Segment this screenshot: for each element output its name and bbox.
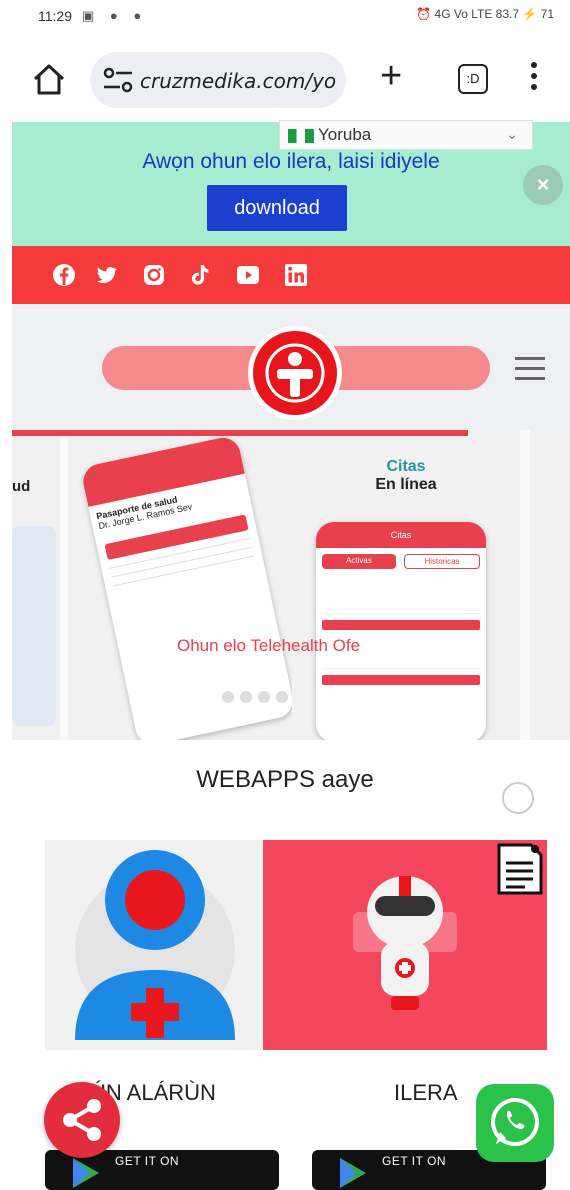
tab-switcher-button[interactable]: :D (458, 64, 488, 94)
twitter-icon[interactable] (94, 263, 118, 287)
card-diseases[interactable] (45, 840, 265, 1050)
language-value: Yoruba (318, 125, 372, 144)
social-bar (12, 246, 570, 304)
phone-citas-header: Citas (316, 522, 486, 548)
webapps-title: WEBAPPS aaye (196, 766, 374, 793)
carousel-dots[interactable] (222, 690, 294, 708)
get-it-on-text: GET IT ON (382, 1154, 447, 1168)
whatsapp-button[interactable] (476, 1084, 554, 1162)
home-icon[interactable] (30, 60, 68, 98)
patient-avatar-icon (75, 850, 235, 1040)
carousel-caption: Ohun elo Telehealth Ofe (177, 636, 361, 655)
hamburger-menu-icon[interactable] (515, 357, 545, 380)
address-bar[interactable]: cruzmedika.com/yo (90, 52, 346, 108)
browser-menu-icon[interactable] (530, 62, 538, 96)
share-button[interactable] (44, 1082, 120, 1158)
get-it-on-text: GET IT ON (115, 1154, 180, 1168)
share-icon (63, 1099, 101, 1141)
nigeria-flag-icon (288, 129, 314, 143)
download-button[interactable]: download (207, 185, 347, 231)
status-bar: 11:29 ▣ ● ● ⏰ 4G Vo LTE 83.7 ⚡ 71 (0, 0, 570, 36)
new-tab-button[interactable]: + (380, 56, 402, 96)
carousel-slide-next[interactable] (530, 430, 570, 740)
app-carousel[interactable]: ud Pasaporte de salud Dr. Jorge L. Ramos… (12, 430, 570, 740)
map-phone-image (12, 526, 56, 726)
close-banner-button[interactable]: × (523, 165, 563, 205)
instagram-icon[interactable] (142, 263, 166, 287)
whatsapp-icon (491, 1098, 539, 1146)
phone-mockup-citas: Citas Activas Historicas (316, 522, 486, 740)
site-header (12, 304, 570, 430)
facebook-icon[interactable] (52, 263, 76, 287)
browser-toolbar: cruzmedika.com/yo + :D (0, 36, 570, 122)
url-text[interactable]: cruzmedika.com/yo (140, 69, 336, 93)
site-settings-icon[interactable] (102, 66, 134, 94)
carousel-progress-bar (12, 430, 468, 436)
google-play-icon (340, 1158, 366, 1188)
phone-tab-activas: Activas (322, 554, 396, 569)
phone-tab-historicas: Historicas (404, 554, 480, 569)
status-time: 11:29 (38, 8, 72, 24)
carousel-slide-prev[interactable]: ud (12, 430, 60, 740)
slide-prev-label: ud (12, 478, 31, 495)
status-notification-icons: ▣ ● ● (82, 8, 148, 23)
card-health-label[interactable]: ILERA (394, 1080, 458, 1106)
promo-text: Awọn ohun elo ilera, laisi idiyele (142, 150, 440, 173)
loading-circle (502, 782, 534, 814)
status-system-icons: ⏰ 4G Vo LTE 83.7 ⚡ 71 (416, 7, 554, 21)
linkedin-icon[interactable] (284, 263, 308, 287)
youtube-icon[interactable] (236, 263, 260, 287)
slide-citas-title: Citas (386, 458, 426, 475)
carousel-slide-citas[interactable]: Citas En línea Citas Activas Historicas (292, 430, 520, 740)
document-share-icon[interactable] (497, 843, 543, 895)
language-select[interactable]: Yoruba ⌄ (279, 120, 533, 150)
slide-citas-subtitle: En línea (375, 476, 437, 493)
chevron-down-icon: ⌄ (506, 126, 518, 142)
cruz-medika-logo[interactable] (248, 326, 342, 420)
google-play-icon (73, 1158, 99, 1188)
tiktok-icon[interactable] (188, 263, 212, 287)
